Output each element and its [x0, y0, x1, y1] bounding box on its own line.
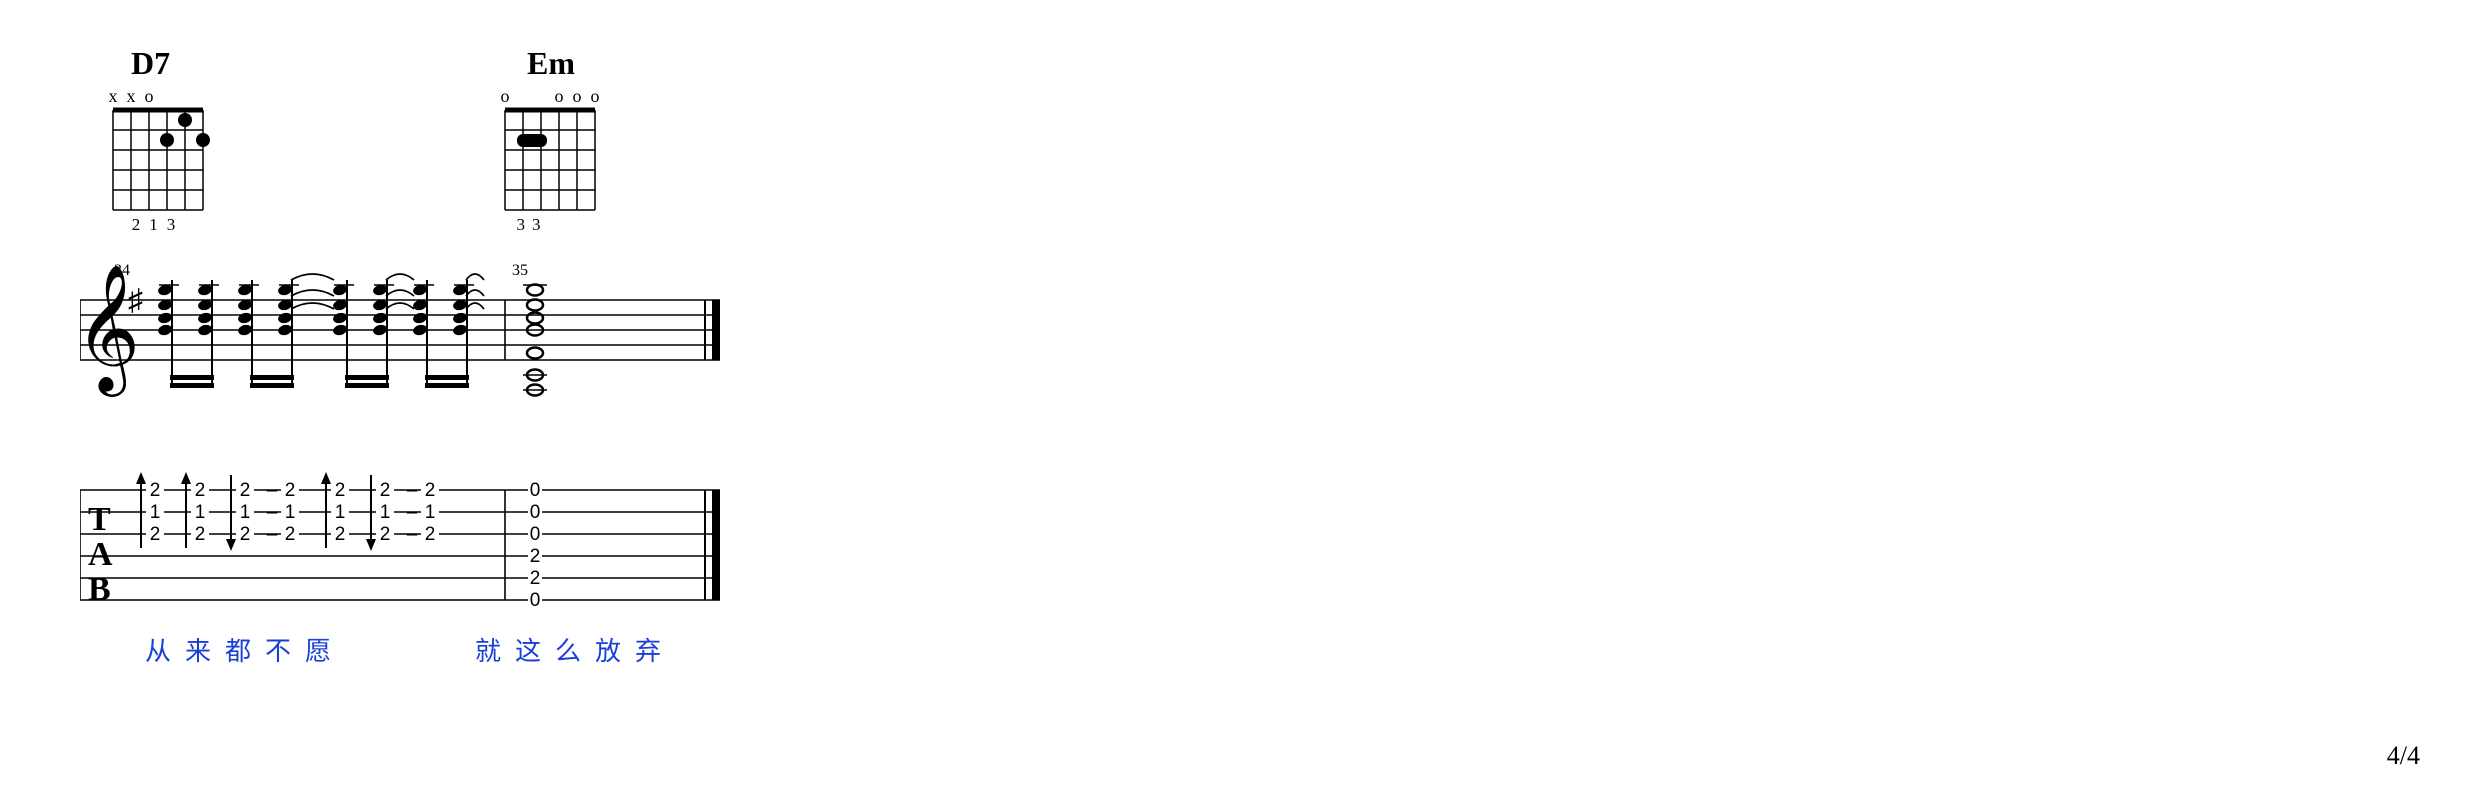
svg-text:o: o: [501, 86, 510, 106]
svg-text:2: 2: [195, 524, 206, 545]
svg-text:1: 1: [150, 502, 161, 523]
svg-text:2: 2: [380, 480, 391, 501]
svg-text:–: –: [407, 524, 418, 545]
svg-text:来: 来: [185, 636, 211, 666]
svg-text:2: 2: [335, 524, 346, 545]
svg-text:–: –: [407, 480, 418, 501]
svg-text:1: 1: [195, 502, 206, 523]
chord-name-em: Em: [527, 45, 575, 82]
chord-name-d7: D7: [131, 45, 170, 82]
svg-text:1: 1: [335, 502, 346, 523]
svg-text:2: 2: [240, 480, 251, 501]
svg-text:2: 2: [425, 480, 436, 501]
svg-text:弃: 弃: [635, 636, 661, 666]
svg-text:B: B: [88, 571, 111, 608]
svg-text:1: 1: [240, 502, 251, 523]
svg-text:A: A: [88, 536, 113, 573]
svg-text:么: 么: [555, 636, 581, 666]
svg-text:2: 2: [425, 524, 436, 545]
svg-text:o: o: [591, 86, 600, 106]
svg-text:2: 2: [285, 524, 296, 545]
svg-text:2: 2: [240, 524, 251, 545]
svg-text:35: 35: [512, 262, 528, 279]
svg-text:♯: ♯: [128, 284, 143, 317]
svg-text:–: –: [267, 524, 278, 545]
staff-tab: 𝄞 ♯ 34 35 T A B 2122122122–1: [80, 260, 730, 730]
svg-text:这: 这: [515, 636, 541, 666]
svg-text:从: 从: [145, 636, 171, 666]
svg-text:1: 1: [425, 502, 436, 523]
page-number: 4/4: [2387, 741, 2420, 771]
svg-text:就: 就: [475, 636, 501, 666]
svg-text:2: 2: [150, 480, 161, 501]
svg-text:0: 0: [530, 524, 541, 545]
svg-text:2: 2: [530, 568, 541, 589]
svg-text:2: 2: [150, 524, 161, 545]
svg-text:33: 33: [517, 215, 548, 234]
svg-text:213: 213: [132, 215, 185, 234]
svg-text:o: o: [555, 86, 564, 106]
svg-text:–: –: [267, 502, 278, 523]
svg-text:愿: 愿: [305, 636, 331, 666]
svg-text:放: 放: [595, 636, 621, 666]
svg-text:1: 1: [285, 502, 296, 523]
svg-text:0: 0: [530, 480, 541, 501]
svg-text:–: –: [267, 480, 278, 501]
svg-text:都: 都: [225, 636, 251, 666]
svg-text:34: 34: [114, 262, 130, 279]
chord-diagram-d7: x x o 213: [98, 85, 218, 245]
svg-text:0: 0: [530, 502, 541, 523]
svg-text:2: 2: [530, 546, 541, 567]
svg-text:o: o: [573, 86, 582, 106]
svg-text:2: 2: [335, 480, 346, 501]
svg-text:不: 不: [265, 636, 291, 666]
chord-diagram-em: o o o o 33: [490, 85, 610, 245]
svg-text:0: 0: [530, 590, 541, 611]
svg-text:x: x: [109, 86, 118, 106]
svg-text:x: x: [127, 86, 136, 106]
svg-text:1: 1: [380, 502, 391, 523]
svg-text:2: 2: [195, 480, 206, 501]
svg-text:o: o: [145, 86, 154, 106]
svg-text:–: –: [407, 502, 418, 523]
svg-text:2: 2: [285, 480, 296, 501]
svg-text:2: 2: [380, 524, 391, 545]
svg-text:T: T: [88, 501, 111, 538]
